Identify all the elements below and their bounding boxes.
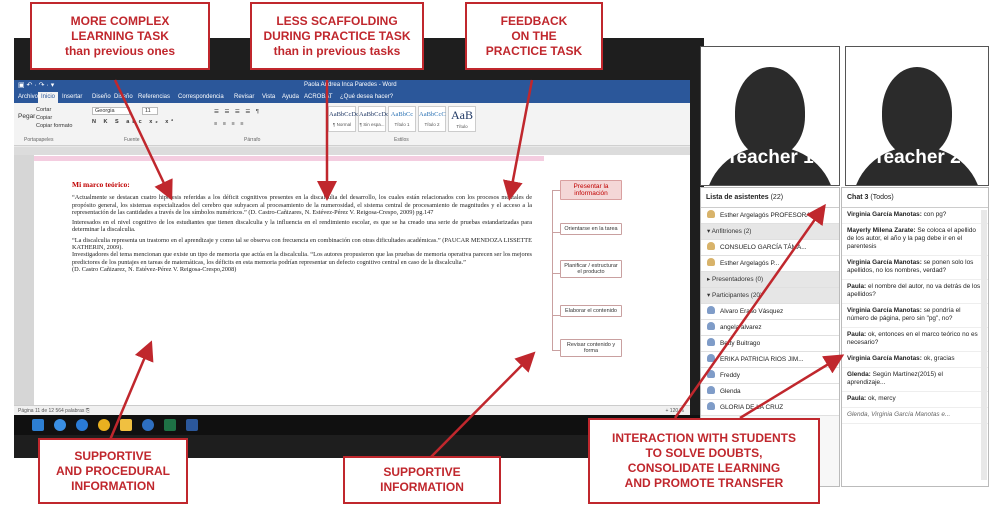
callout-procedural-info: SUPPORTIVE AND PROCEDURAL INFORMATION	[38, 438, 188, 504]
arrow-complex-task	[113, 79, 173, 201]
arrow-interaction-2	[739, 354, 845, 420]
arrow-supportive	[429, 351, 536, 459]
callout-complex-task: MORE COMPLEX LEARNING TASK than previous…	[30, 2, 210, 70]
callout-interaction: INTERACTION WITH STUDENTS TO SOLVE DOUBT…	[588, 418, 820, 504]
callout-less-scaffolding: LESS SCAFFOLDING DURING PRACTICE TASK th…	[250, 2, 424, 70]
arrow-interaction-1	[673, 203, 826, 419]
callout-feedback: FEEDBACK ON THE PRACTICE TASK	[465, 2, 603, 70]
arrow-procedural	[108, 340, 154, 441]
callout-supportive-info: SUPPORTIVE INFORMATION	[343, 456, 501, 504]
arrow-feedback	[502, 79, 534, 201]
annotation-arrows	[108, 79, 845, 459]
